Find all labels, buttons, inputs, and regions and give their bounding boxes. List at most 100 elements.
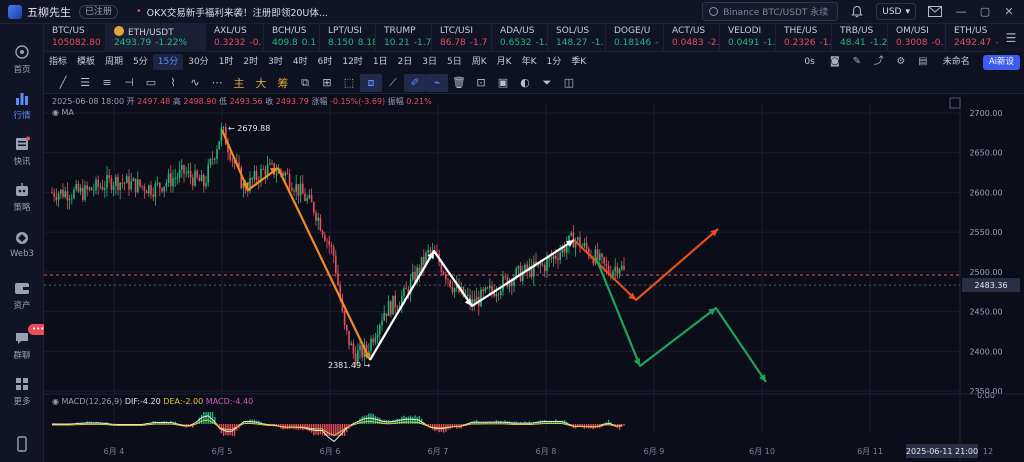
- layout-name[interactable]: 未命名: [938, 54, 975, 70]
- trash-icon[interactable]: 🗑: [448, 74, 470, 92]
- candle-body: [544, 264, 546, 272]
- sidebar-item-device[interactable]: [0, 436, 44, 455]
- chip-tool[interactable]: 筹: [272, 74, 294, 92]
- ticker-1[interactable]: ETH/USDT 2493.79 -1.22%: [106, 24, 206, 52]
- horizontal-lines-icon[interactable]: ☰: [74, 74, 96, 92]
- period-item-11[interactable]: 12时: [337, 54, 367, 70]
- bell-icon[interactable]: [848, 3, 866, 21]
- big-order-tool[interactable]: 大: [250, 74, 272, 92]
- ticker-price: 48.41 -1.2: [840, 38, 887, 48]
- trendline-icon[interactable]: ╱: [52, 74, 74, 92]
- magnet-icon[interactable]: ⧈: [360, 73, 382, 92]
- edit-icon[interactable]: ✎: [850, 55, 864, 69]
- lock-icon[interactable]: ⊡: [470, 74, 492, 92]
- ticker-15[interactable]: ETH/US 2492.47-: [946, 24, 1004, 52]
- app-logo[interactable]: 五柳先生: [8, 4, 71, 20]
- period-item-15[interactable]: 5日: [442, 54, 467, 70]
- ticker-7[interactable]: ADA/US 0.6532 -1.: [492, 24, 548, 52]
- sidebar-item-label: 资产: [13, 301, 31, 311]
- period-item-3[interactable]: 5分: [128, 54, 153, 70]
- sidebar-item-home[interactable]: 首页: [0, 44, 44, 75]
- auth-badge[interactable]: 已注册: [79, 4, 119, 19]
- maximize-icon[interactable]: ▢: [978, 5, 992, 18]
- sidebar-item-market[interactable]: 行情: [0, 90, 44, 121]
- more-tools-icon[interactable]: ⋯: [206, 74, 228, 92]
- price-chart[interactable]: 6月 4 6月 5 6月 6 6月 7 6月 8 6月 9 6月 10 6月 11 2700.0…: [44, 94, 1024, 462]
- sidebar-item-strategy[interactable]: 策略: [0, 182, 44, 213]
- chart-area[interactable]: 6月 4 6月 5 6月 6 6月 7 6月 8 6月 9 6月 10 6月 11 2700.0…: [44, 94, 1024, 462]
- minimize-icon[interactable]: —: [954, 5, 968, 18]
- period-item-13[interactable]: 2日: [393, 54, 418, 70]
- ticker-9[interactable]: DOGE/U 0.18146-: [606, 24, 664, 52]
- filter-icon[interactable]: ⏷: [536, 74, 558, 92]
- announcement[interactable]: • OKX交易新手福利来袭！注册即领20U体...: [136, 5, 328, 19]
- period-item-2[interactable]: 周期: [100, 54, 128, 70]
- sidebar-item-label: 群聊: [13, 351, 31, 361]
- ticker-0[interactable]: BTC/US 105082.80: [44, 24, 106, 52]
- sidebar-item-assets[interactable]: 资产: [0, 280, 44, 311]
- main-force-tool[interactable]: 主: [228, 74, 250, 92]
- ticker-10[interactable]: ACT/US 0.0483 -2.: [664, 24, 720, 52]
- macd-indicator-label[interactable]: ◉ MACD(12,26,9) DIF:-4.20 DEA:-2.00 MACD…: [52, 397, 253, 406]
- period-item-4[interactable]: 15分: [152, 54, 184, 70]
- ohlc-date: 2025-06-08 18:00: [52, 97, 125, 106]
- settings-icon[interactable]: ⚙: [894, 55, 908, 69]
- hide-icon[interactable]: ◐: [514, 74, 536, 92]
- select-icon[interactable]: ⬚: [338, 74, 360, 92]
- period-item-18[interactable]: 年K: [517, 54, 542, 70]
- compare-icon[interactable]: ⊞: [316, 74, 338, 92]
- mail-icon[interactable]: [926, 3, 944, 21]
- share-icon[interactable]: ⤴: [872, 55, 886, 69]
- wave-draw-icon[interactable]: ⌁: [426, 73, 448, 92]
- ticker-11[interactable]: VELODI 0.0491 -1.: [720, 24, 776, 52]
- copy-icon[interactable]: ⧉: [294, 74, 316, 92]
- candle-body: [99, 186, 102, 188]
- period-item-5[interactable]: 30分: [183, 54, 213, 70]
- period-item-12[interactable]: 1日: [368, 54, 393, 70]
- currency-select[interactable]: USD ▾: [876, 3, 916, 20]
- period-item-6[interactable]: 1时: [214, 54, 239, 70]
- period-item-17[interactable]: 月K: [492, 54, 517, 70]
- ticker-6[interactable]: LTC/USI 86.78 -1.7: [432, 24, 492, 52]
- draw-pen-icon[interactable]: ✐: [404, 73, 426, 92]
- ticker-3[interactable]: BCH/US 409.8 0.1: [264, 24, 320, 52]
- search-input[interactable]: Binance BTC/USDT 永续: [702, 2, 839, 21]
- eye-icon[interactable]: ◉: [52, 108, 59, 117]
- layout-icon[interactable]: ▤: [916, 55, 930, 69]
- period-item-9[interactable]: 4时: [288, 54, 313, 70]
- image-icon[interactable]: ▣: [492, 74, 514, 92]
- sidebar-item-web3[interactable]: Web3: [0, 230, 44, 259]
- period-item-0[interactable]: 指标: [44, 54, 72, 70]
- wave-icon[interactable]: ∿: [184, 74, 206, 92]
- fibonacci-icon[interactable]: ≡: [96, 74, 118, 92]
- eye-icon[interactable]: ◉: [52, 397, 59, 406]
- close-icon[interactable]: ✕: [1002, 5, 1016, 18]
- sidebar-item-more[interactable]: 更多: [0, 376, 44, 407]
- path-icon[interactable]: ⌇: [162, 74, 184, 92]
- period-item-10[interactable]: 6时: [313, 54, 338, 70]
- ticker-5[interactable]: TRUMP 10.21 -1.7: [376, 24, 432, 52]
- ticker-12[interactable]: THE/US 0.2326 -1.: [776, 24, 832, 52]
- ticker-13[interactable]: TRB/US 48.41 -1.2: [832, 24, 888, 52]
- ticker-14[interactable]: OM/USI 0.3008 -0.: [888, 24, 946, 52]
- ticker-8[interactable]: SOL/US 148.27 -1.: [548, 24, 606, 52]
- sidebar-item-news[interactable]: 快讯: [0, 136, 44, 167]
- ruler-icon[interactable]: ⟋: [382, 74, 404, 92]
- ray-icon[interactable]: ⊣: [118, 74, 140, 92]
- ticker-4[interactable]: LPT/USI 8.150 8.18: [320, 24, 376, 52]
- period-item-8[interactable]: 3时: [263, 54, 288, 70]
- period-item-7[interactable]: 2时: [238, 54, 263, 70]
- period-item-16[interactable]: 周K: [467, 54, 492, 70]
- sidebar-item-chat[interactable]: ••• 群聊: [0, 324, 49, 361]
- rectangle-icon[interactable]: ▭: [140, 74, 162, 92]
- layers-icon[interactable]: ◫: [558, 74, 580, 92]
- camera-icon[interactable]: ◙: [828, 55, 842, 69]
- ma-indicator-label[interactable]: ◉ MA: [52, 108, 74, 117]
- ticker-menu-icon[interactable]: ☰: [998, 24, 1024, 52]
- ai-button[interactable]: Ai新设: [982, 54, 1020, 70]
- period-item-14[interactable]: 3日: [417, 54, 442, 70]
- period-item-1[interactable]: 模板: [72, 54, 100, 70]
- ticker-2[interactable]: AXL/US 0.3232 -0.: [206, 24, 264, 52]
- period-item-20[interactable]: 季K: [566, 54, 591, 70]
- period-item-19[interactable]: 1分: [541, 54, 566, 70]
